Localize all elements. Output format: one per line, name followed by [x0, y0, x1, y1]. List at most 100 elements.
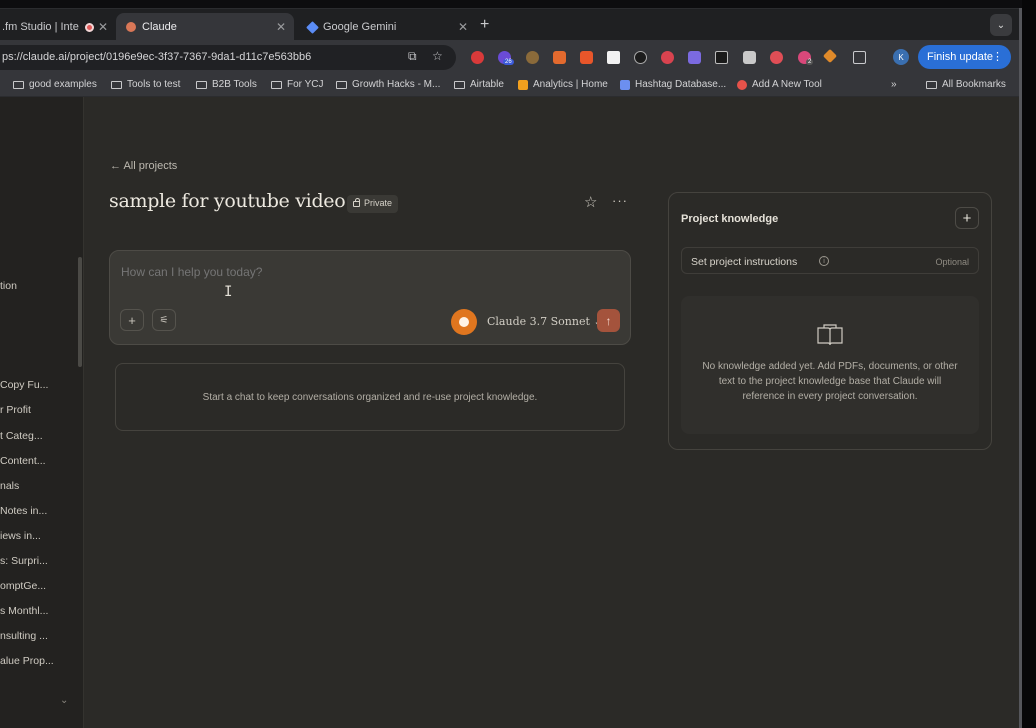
sidebar-item[interactable]: s Monthl...	[0, 605, 48, 617]
extension-icon[interactable]	[607, 51, 620, 64]
sidebar-item[interactable]: iews in...	[0, 530, 41, 542]
sidebar-item[interactable]: nals	[0, 480, 19, 492]
chrome-icon	[737, 79, 747, 90]
bookmark-folder[interactable]: good examples	[13, 79, 97, 90]
book-icon	[817, 324, 843, 346]
tab-label: .fm Studio | Inte	[2, 21, 79, 33]
close-tab-icon[interactable]: ✕	[98, 20, 108, 34]
bookmark-label: good examples	[29, 79, 97, 90]
sidebar-scrollbar[interactable]	[78, 257, 82, 367]
tools-button[interactable]: ⚟	[152, 309, 176, 331]
extension-icon[interactable]	[580, 51, 593, 64]
bookmark-label: For YCJ	[287, 79, 324, 90]
bookmark-link[interactable]: Hashtag Database...	[620, 79, 726, 90]
sidebar-item[interactable]: tion	[0, 280, 17, 292]
screen-border	[1022, 0, 1036, 728]
all-projects-link[interactable]: ← All projects	[110, 160, 177, 172]
all-bookmarks-folder[interactable]: All Bookmarks	[926, 79, 1006, 90]
bookmark-label: B2B Tools	[212, 79, 257, 90]
folder-icon	[271, 80, 282, 89]
close-tab-icon[interactable]: ✕	[276, 20, 286, 34]
tab-search-icon[interactable]: ⌄	[990, 14, 1012, 36]
kebab-menu-icon: ⋮	[992, 51, 1003, 63]
claude-app: tion Copy Fu... r Profit t Categ... Cont…	[0, 97, 1022, 728]
sidebar-item[interactable]: Content...	[0, 455, 46, 467]
bookmark-link[interactable]: Add A New Tool	[737, 79, 822, 90]
bookmark-folder[interactable]: B2B Tools	[196, 79, 257, 90]
chat-composer: I + ⚟ Claude 3.7 Sonnet ⌄ ↑	[109, 250, 631, 345]
plus-icon: +	[962, 209, 972, 227]
chat-input[interactable]	[121, 265, 601, 279]
extension-icon[interactable]	[822, 48, 838, 64]
extension-icon[interactable]	[661, 51, 674, 64]
sidebar-item[interactable]: omptGe...	[0, 580, 46, 592]
url-text: ps://claude.ai/project/0196e9ec-3f37-736…	[2, 51, 312, 63]
sidebar-item[interactable]: nsulting ...	[0, 630, 48, 642]
bookmark-star-icon[interactable]: ☆	[432, 49, 443, 63]
lock-icon	[353, 198, 360, 207]
send-button[interactable]: ↑	[597, 309, 620, 332]
bookmark-label: Analytics | Home	[533, 79, 608, 90]
bookmark-label: Hashtag Database...	[635, 79, 727, 90]
bookmark-label: Airtable	[470, 79, 504, 90]
bookmark-folder[interactable]: Growth Hacks - M...	[336, 79, 440, 90]
extension-icon[interactable]	[688, 51, 701, 64]
add-knowledge-button[interactable]: +	[955, 207, 979, 229]
extension-icon[interactable]	[471, 51, 484, 64]
profile-avatar[interactable]: K	[893, 49, 909, 65]
sidebar-item[interactable]: Copy Fu...	[0, 379, 48, 391]
camera-icon[interactable]	[743, 51, 756, 64]
bookmark-folder[interactable]: Tools to test	[111, 79, 180, 90]
extension-icon[interactable]	[770, 51, 783, 64]
browser-tab-bar: .fm Studio | Inte ✕ Claude ✕ Google Gemi…	[0, 8, 1022, 41]
browser-toolbar: ps://claude.ai/project/0196e9ec-3f37-736…	[0, 40, 1022, 74]
knowledge-empty-text: No knowledge added yet. Add PDFs, docume…	[702, 361, 958, 402]
extension-icon[interactable]	[715, 51, 728, 64]
new-tab-icon[interactable]: +	[480, 16, 489, 34]
info-icon[interactable]: i	[819, 256, 829, 266]
extensions-puzzle-icon[interactable]	[853, 51, 866, 64]
sidebar-item[interactable]: r Profit	[0, 404, 31, 416]
project-instructions-row[interactable]: Set project instructions i Optional	[681, 247, 979, 274]
tab-fm-studio[interactable]: .fm Studio | Inte ✕	[0, 13, 116, 41]
page-title: sample for youtube video	[109, 190, 346, 212]
model-avatar	[451, 309, 477, 335]
bookmark-folder[interactable]: Airtable	[454, 79, 504, 90]
sidebar: tion Copy Fu... r Profit t Categ... Cont…	[0, 97, 84, 728]
bookmark-folder[interactable]: For YCJ	[271, 79, 324, 90]
attach-button[interactable]: +	[120, 309, 144, 331]
extension-icon[interactable]	[634, 51, 647, 64]
bookmarks-bar: good examples Tools to test B2B Tools Fo…	[0, 74, 1022, 97]
sidebar-item[interactable]: Notes in...	[0, 505, 47, 517]
claude-spark-icon	[459, 317, 469, 327]
bookmark-label: Tools to test	[127, 79, 181, 90]
folder-icon	[13, 80, 24, 89]
model-selector[interactable]: Claude 3.7 Sonnet ⌄	[487, 315, 603, 328]
cast-icon[interactable]: ⧉	[408, 49, 417, 64]
finish-update-button[interactable]: Finish update ⋮	[918, 45, 1011, 69]
finish-update-label: Finish update	[927, 51, 994, 63]
folder-icon	[111, 80, 122, 89]
star-icon[interactable]: ☆	[584, 193, 597, 211]
more-bookmarks-icon[interactable]: »	[891, 79, 897, 90]
instructions-label: Set project instructions	[691, 256, 798, 268]
private-badge: Private	[347, 195, 399, 213]
folder-icon	[454, 80, 465, 89]
record-icon	[84, 22, 94, 32]
bookmark-label: Add A New Tool	[752, 79, 822, 90]
bookmark-link[interactable]: Analytics | Home	[518, 79, 608, 90]
close-tab-icon[interactable]: ✕	[458, 20, 468, 34]
knowledge-title: Project knowledge	[681, 213, 779, 225]
more-options-icon[interactable]: ···	[612, 193, 628, 208]
sidebar-item[interactable]: t Categ...	[0, 430, 43, 442]
sidebar-item[interactable]: alue Prop...	[0, 655, 54, 667]
address-bar[interactable]: ps://claude.ai/project/0196e9ec-3f37-736…	[0, 45, 456, 70]
chevron-down-icon[interactable]: ⌄	[60, 695, 68, 706]
more-bookmarks-label: »	[891, 79, 897, 90]
sidebar-item[interactable]: s: Surpri...	[0, 555, 48, 567]
extension-badge: 26	[503, 59, 514, 65]
tab-google-gemini[interactable]: Google Gemini ✕	[298, 13, 476, 41]
tab-claude[interactable]: Claude ✕	[116, 13, 294, 41]
extension-icon[interactable]	[526, 51, 539, 64]
extension-icon[interactable]	[553, 51, 566, 64]
